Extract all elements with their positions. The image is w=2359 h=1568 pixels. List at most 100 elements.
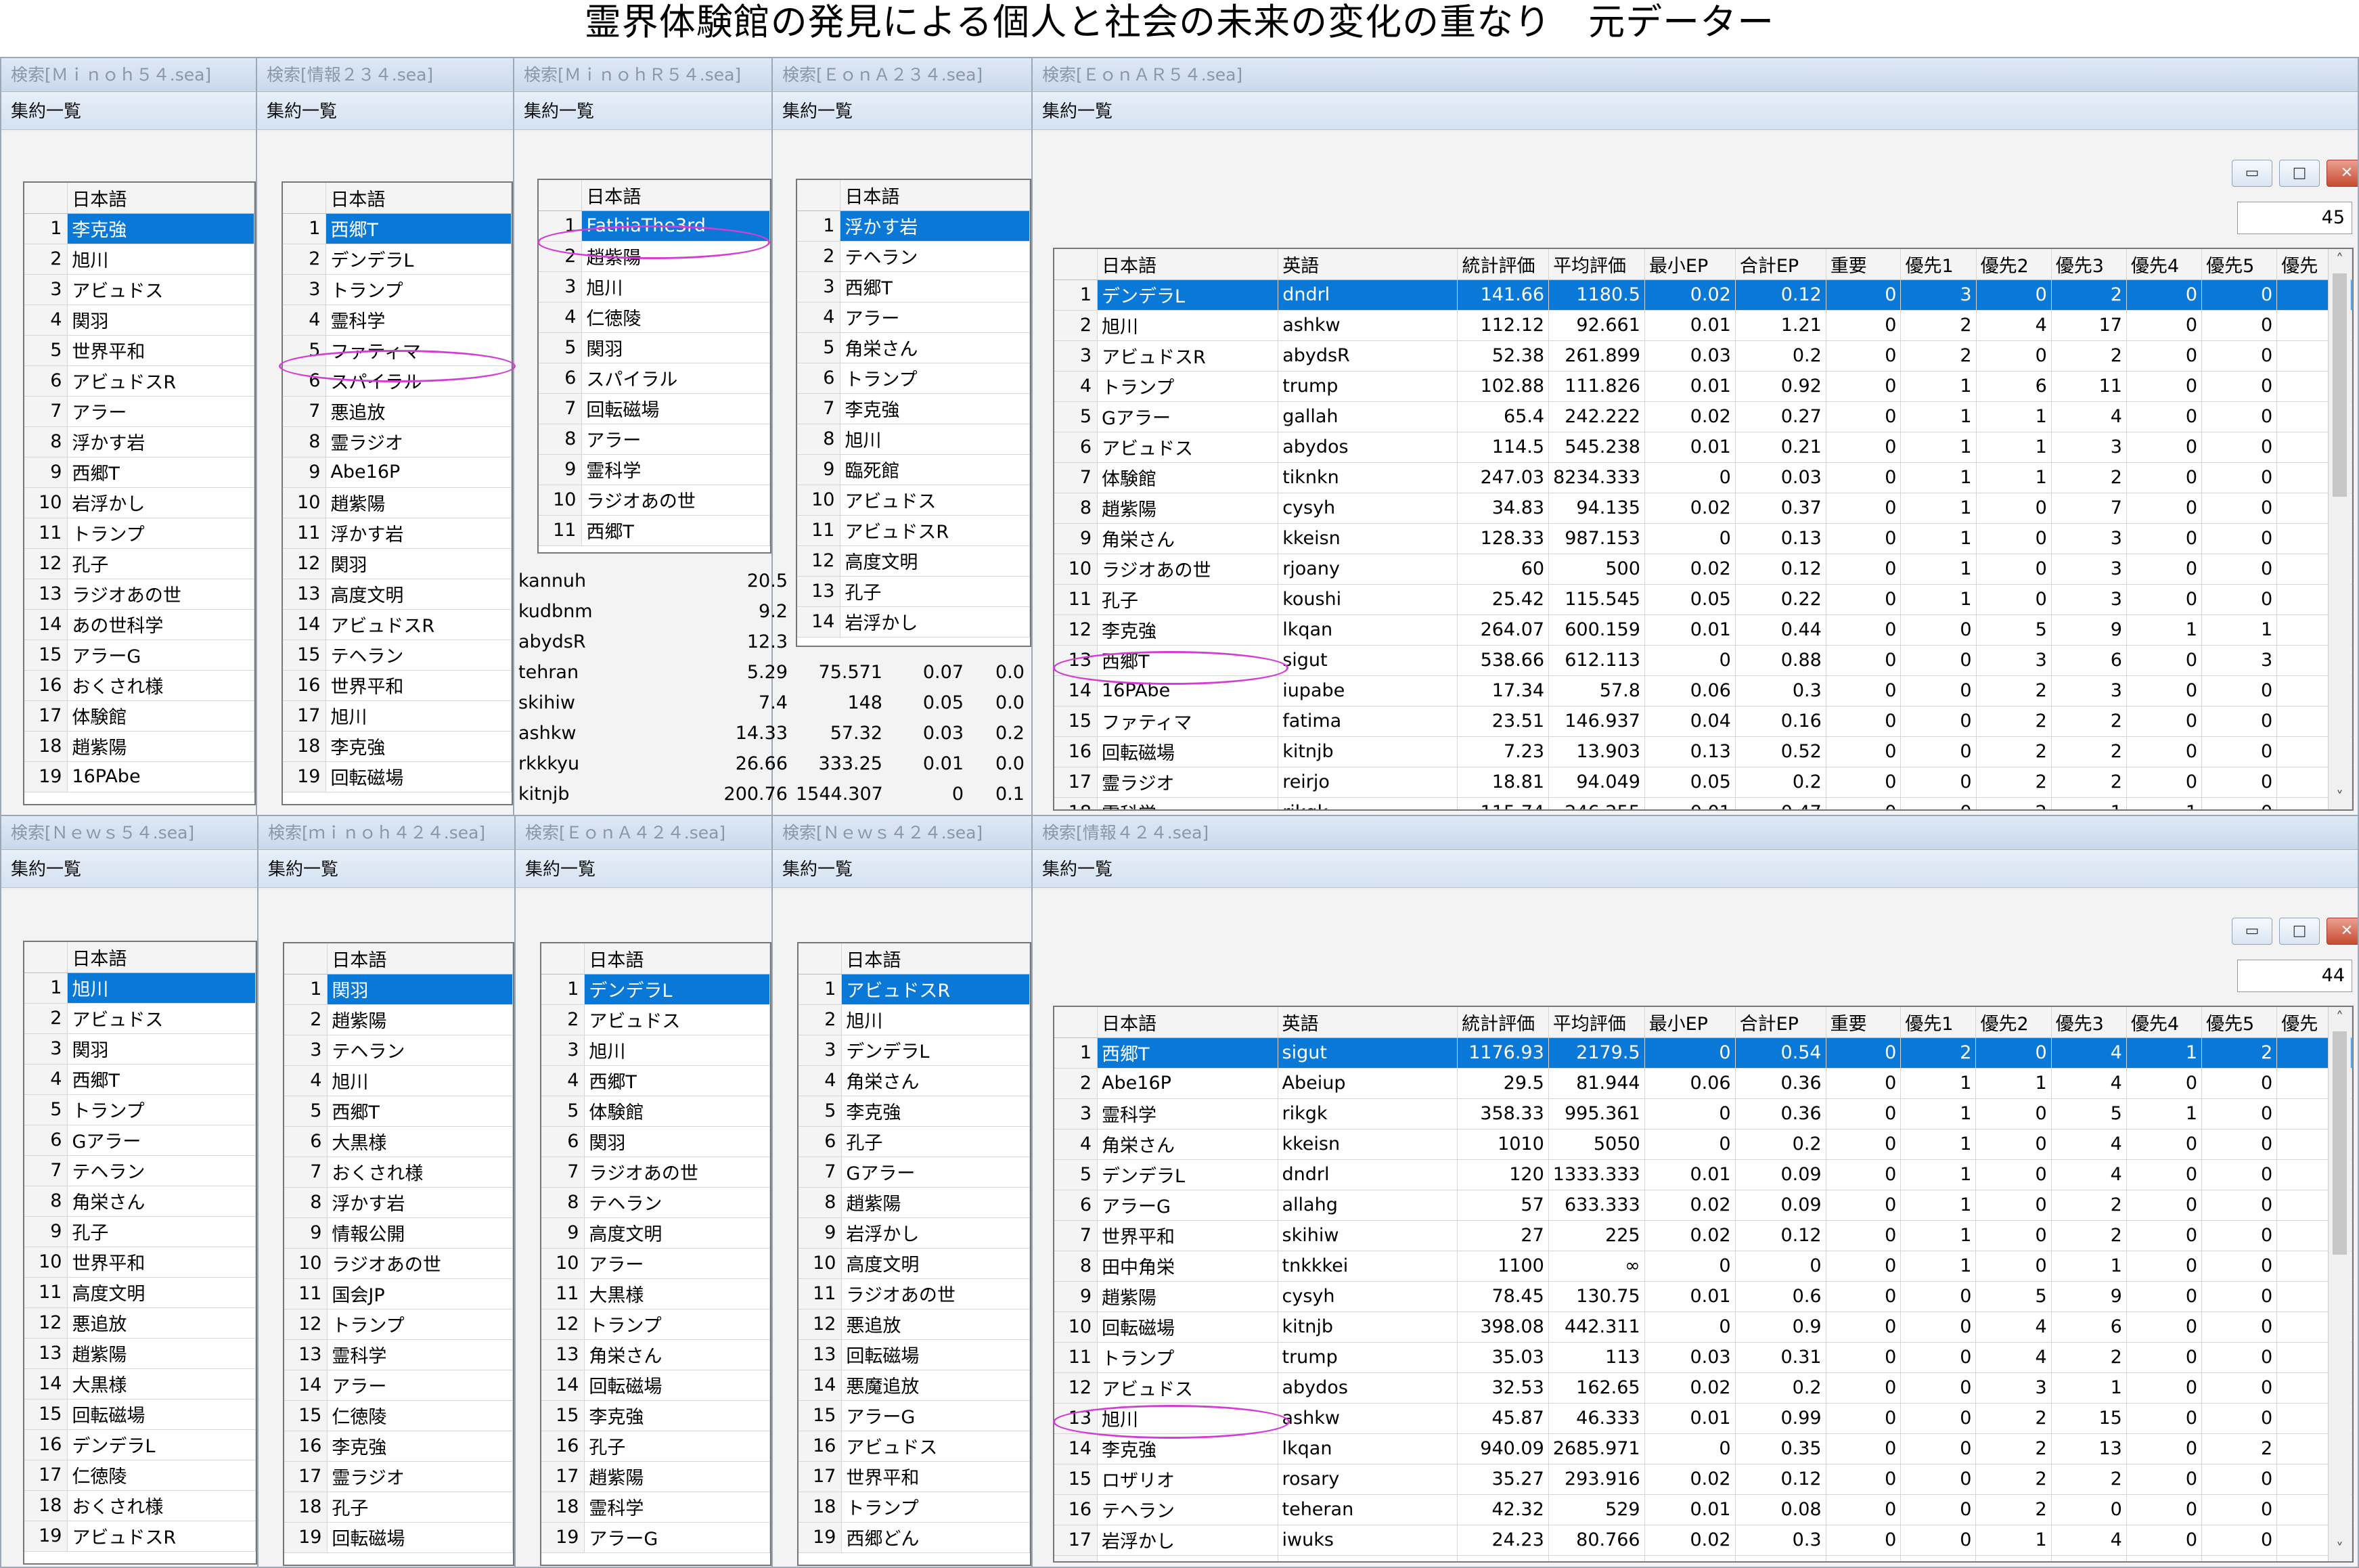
- cell-value[interactable]: 0: [1900, 797, 1977, 809]
- cell-english[interactable]: iupabe: [1278, 675, 1458, 707]
- cell-value[interactable]: 0: [2126, 310, 2203, 341]
- cell-value[interactable]: 27: [1457, 1220, 1549, 1251]
- table-row[interactable]: 12 関羽: [283, 548, 512, 579]
- table-row[interactable]: 6 Gアラー: [24, 1125, 256, 1156]
- cell-english[interactable]: Abeiup: [1278, 1068, 1458, 1099]
- cell-value[interactable]: 0: [2126, 1190, 2203, 1221]
- cell-value[interactable]: 0.52: [1735, 736, 1826, 767]
- cell-japanese[interactable]: 世界平和: [67, 1247, 256, 1278]
- cell-japanese[interactable]: 旭川: [581, 271, 770, 303]
- cell-english[interactable]: abydos: [1278, 1372, 1458, 1404]
- cell-value[interactable]: 0: [1826, 1220, 1902, 1251]
- cell-value[interactable]: ∞: [1548, 1555, 1645, 1561]
- cell-value[interactable]: 2: [1900, 340, 1977, 372]
- cell-japanese[interactable]: 旭川: [584, 1035, 770, 1066]
- cell-japanese[interactable]: 孔子: [67, 548, 254, 579]
- cell-japanese[interactable]: あの世科学: [1097, 1555, 1278, 1561]
- cell-japanese[interactable]: 角栄さん: [840, 332, 1030, 363]
- cell-japanese[interactable]: 回転磁場: [325, 761, 512, 792]
- cell-japanese[interactable]: デンデラL: [1097, 1159, 1278, 1190]
- cell-value[interactable]: 1: [1900, 1068, 1977, 1099]
- window-title[interactable]: 検索[ＥｏｎＡＲ５４.sea]: [1033, 58, 2358, 92]
- cell-value[interactable]: 0: [2201, 584, 2278, 615]
- cell-japanese[interactable]: アビュドス: [1097, 432, 1279, 463]
- table-row[interactable]: 14 大黒様: [24, 1368, 256, 1399]
- cell-value[interactable]: 3: [2051, 675, 2127, 707]
- cell-japanese[interactable]: 関羽: [325, 548, 512, 579]
- cell-japanese[interactable]: ラジオあの世: [327, 1248, 513, 1279]
- cell-value[interactable]: 2: [1975, 1433, 2052, 1464]
- cell-japanese[interactable]: Abe16P: [1097, 1068, 1278, 1099]
- vertical-scrollbar[interactable]: ˄ ˅: [2328, 249, 2351, 809]
- table-row[interactable]: 13 趙紫陽: [24, 1338, 256, 1369]
- cell-value[interactable]: 1: [2126, 1098, 2203, 1129]
- table-row[interactable]: 18 トランプ: [799, 1492, 1030, 1523]
- cell-value[interactable]: 0: [2126, 1312, 2203, 1343]
- cell-value[interactable]: 2: [1976, 767, 2052, 798]
- table-row[interactable]: 1 西郷T sigut 1176.93 2179.5 0 0.54 0 2 0 4 1 2: [1054, 1037, 2352, 1069]
- cell-japanese[interactable]: 孔子: [584, 1431, 770, 1462]
- cell-japanese[interactable]: おくされ様: [67, 670, 254, 701]
- table-row[interactable]: 2 デンデラL: [283, 244, 512, 275]
- cell-value[interactable]: 1: [2051, 797, 2127, 809]
- table-row[interactable]: 8 趙紫陽: [799, 1187, 1030, 1218]
- cell-value[interactable]: 0: [1826, 1281, 1902, 1312]
- cell-value[interactable]: 0: [1826, 736, 1902, 767]
- cell-value[interactable]: 0.02: [1644, 1372, 1736, 1404]
- cell-english[interactable]: rikgk: [1278, 797, 1458, 809]
- cell-value[interactable]: 633.333: [1548, 1190, 1645, 1221]
- cell-value[interactable]: 11: [2051, 371, 2127, 402]
- cell-value[interactable]: 0.22: [1735, 584, 1826, 615]
- result-grid[interactable]: 日本語 1 西郷T 2 デンデラL 3 トランプ 4 霊科学 5 ファティマ 6 スパイラル 7 悪追放 8 霊…: [282, 181, 513, 805]
- cell-japanese[interactable]: 仁徳陵: [581, 302, 770, 333]
- cell-value[interactable]: 0: [1826, 645, 1902, 676]
- cell-value[interactable]: 29.5: [1457, 1068, 1549, 1099]
- cell-value[interactable]: 2: [1976, 675, 2052, 707]
- cell-value[interactable]: 1333.333: [1548, 1159, 1645, 1190]
- cell-value[interactable]: 2685.971: [1548, 1433, 1645, 1464]
- table-row[interactable]: 6 スパイラル: [539, 363, 770, 394]
- cell-value[interactable]: 0: [1975, 1251, 2052, 1282]
- table-row[interactable]: 7 悪追放: [283, 396, 512, 427]
- cell-value[interactable]: 0.02: [1644, 1464, 1736, 1495]
- cell-value[interactable]: 0.31: [1735, 1342, 1826, 1373]
- cell-japanese[interactable]: 角栄さん: [841, 1065, 1030, 1096]
- cell-japanese[interactable]: トランプ: [1097, 371, 1279, 402]
- cell-value[interactable]: 0.35: [1735, 1433, 1826, 1464]
- cell-value[interactable]: 0: [2201, 675, 2278, 707]
- table-row[interactable]: 3 トランプ: [283, 274, 512, 305]
- cell-value[interactable]: 1: [1900, 1098, 1977, 1129]
- table-row[interactable]: 15 仁徳陵: [284, 1400, 513, 1431]
- table-row[interactable]: 1 デンデラL dndrl 141.66 1180.5 0.02 0.12 0 3 0 2 0 0: [1054, 279, 2352, 311]
- cell-japanese[interactable]: 高度文明: [325, 579, 512, 610]
- cell-value[interactable]: 5050: [1548, 1129, 1645, 1160]
- table-row[interactable]: 2 旭川: [24, 244, 254, 275]
- cell-value[interactable]: 4: [2051, 401, 2127, 432]
- cell-japanese[interactable]: テヘラン: [840, 241, 1030, 272]
- cell-english[interactable]: iwuks: [1278, 1525, 1458, 1556]
- cell-value[interactable]: 0: [2201, 401, 2278, 432]
- table-row[interactable]: 15 テヘラン: [283, 640, 512, 671]
- table-row[interactable]: 9 高度文明: [541, 1217, 770, 1249]
- cell-value[interactable]: 0.09: [1735, 1159, 1826, 1190]
- window-title[interactable]: 検索[Ｍｉｎｏｈ５４.sea]: [1, 58, 256, 92]
- cell-japanese[interactable]: 浮かす岩: [840, 210, 1030, 242]
- cell-value[interactable]: 0: [2201, 554, 2278, 585]
- cell-value[interactable]: 1: [1900, 1251, 1977, 1282]
- table-row[interactable]: 2 アビュドス: [24, 1003, 256, 1034]
- table-row[interactable]: 9 角栄さん kkeisn 128.33 987.153 0 0.13 0 1 0 3 0 0: [1054, 523, 2352, 554]
- cell-value[interactable]: 261.899: [1548, 340, 1645, 372]
- column-header-importance[interactable]: 重要: [1826, 249, 1902, 280]
- cell-value[interactable]: 0.16: [1735, 706, 1826, 737]
- cell-value[interactable]: 111.826: [1548, 371, 1645, 402]
- cell-value[interactable]: 1: [2051, 1372, 2127, 1404]
- cell-value[interactable]: 0: [2201, 493, 2278, 524]
- cell-value[interactable]: 112.12: [1457, 310, 1550, 341]
- cell-value[interactable]: 0: [1826, 1494, 1902, 1525]
- table-row[interactable]: 10 アビュドス: [797, 485, 1030, 516]
- scroll-down-arrow[interactable]: ˅: [2329, 786, 2351, 809]
- table-row[interactable]: 3 アビュドスR abydsR 52.38 261.899 0.03 0.2 0 2 0 2 0 0: [1054, 340, 2352, 372]
- result-grid[interactable]: 日本語 英語 統計評価 平均評価 最小EP 合計EP 重要 優先1 優先2 優先3 優先4 優先5 優先…: [1053, 1006, 2354, 1563]
- table-row[interactable]: 5 体験館: [541, 1096, 770, 1127]
- cell-value[interactable]: 0: [2051, 1494, 2127, 1525]
